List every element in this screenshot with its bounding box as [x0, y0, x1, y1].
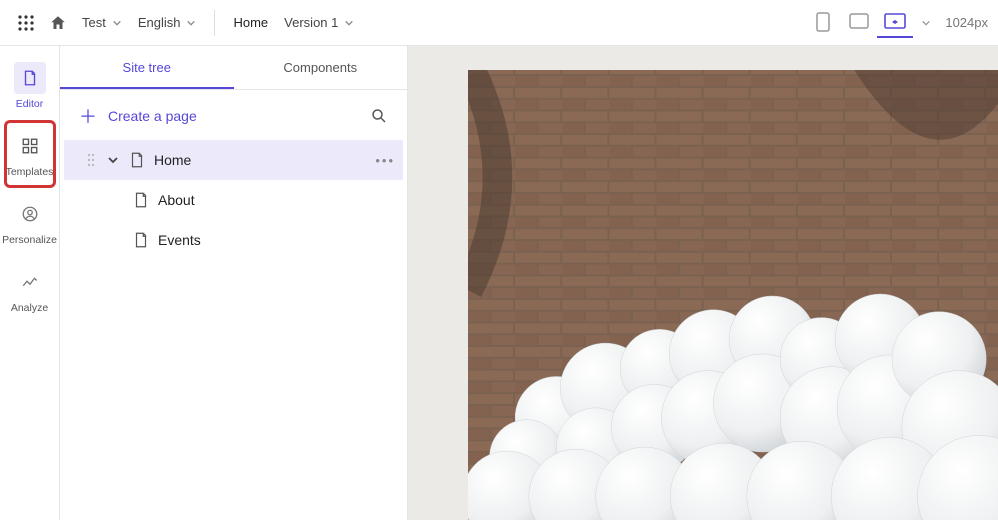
language-name: English [138, 15, 181, 30]
top-bar: Test English Home Version 1 1024px [0, 0, 998, 46]
rail-editor[interactable]: Editor [8, 56, 52, 116]
chevron-down-icon [344, 18, 354, 28]
plus-icon: ＋ [78, 106, 98, 126]
tree-row-events[interactable]: Events [64, 220, 403, 260]
editor-icon [14, 62, 46, 94]
device-tablet-icon[interactable] [841, 8, 877, 38]
device-desktop-icon[interactable] [877, 8, 913, 38]
personalize-icon [14, 198, 46, 230]
app-launcher-icon[interactable] [10, 7, 42, 39]
tree-row-label: About [158, 192, 195, 208]
left-rail: Editor Templates Personalize Analyze [0, 46, 60, 520]
tab-label: Site tree [123, 60, 171, 75]
device-phone-icon[interactable] [805, 8, 841, 38]
page-icon [132, 231, 150, 249]
more-icon[interactable]: ••• [375, 153, 395, 168]
tab-components[interactable]: Components [234, 46, 408, 89]
rail-personalize[interactable]: Personalize [8, 192, 52, 252]
tree-row-about[interactable]: About [64, 180, 403, 220]
preview-image [468, 70, 998, 520]
rail-templates[interactable]: Templates [8, 124, 52, 184]
chevron-down-icon [186, 18, 196, 28]
site-selector[interactable]: Test [82, 15, 122, 30]
current-page-label: Home [233, 15, 268, 30]
drag-handle-icon[interactable] [84, 153, 98, 167]
version-selector[interactable]: Version 1 [284, 15, 354, 30]
search-icon[interactable] [363, 100, 395, 132]
viewport-dropdown[interactable] [921, 18, 931, 28]
rail-label: Personalize [2, 234, 57, 246]
site-name: Test [82, 15, 106, 30]
language-selector[interactable]: English [138, 15, 197, 30]
page-icon [128, 151, 146, 169]
tree-row-label: Home [154, 152, 191, 168]
site-tree: Home ••• About Events [60, 138, 407, 266]
preview-canvas [408, 46, 998, 520]
side-panel: Site tree Components ＋ Create a page [60, 46, 408, 520]
tab-site-tree[interactable]: Site tree [60, 46, 234, 89]
tree-row-home[interactable]: Home ••• [64, 140, 403, 180]
rail-label: Templates [6, 166, 54, 178]
page-icon [132, 191, 150, 209]
separator [214, 10, 215, 36]
chevron-down-icon [921, 18, 931, 28]
tab-label: Components [283, 60, 357, 75]
create-page-label: Create a page [108, 108, 197, 124]
rail-label: Editor [16, 98, 43, 110]
create-page-button[interactable]: ＋ Create a page [78, 106, 197, 126]
rail-analyze[interactable]: Analyze [8, 260, 52, 320]
analyze-icon [14, 266, 46, 298]
home-icon[interactable] [42, 7, 74, 39]
templates-icon [14, 130, 46, 162]
chevron-down-icon [112, 18, 122, 28]
tree-row-label: Events [158, 232, 201, 248]
rail-label: Analyze [11, 302, 48, 314]
current-page-name: Home [233, 15, 268, 30]
panel-tabs: Site tree Components [60, 46, 407, 90]
version-name: Version 1 [284, 15, 338, 30]
page-preview[interactable] [468, 70, 998, 520]
collapse-icon[interactable] [106, 154, 120, 166]
viewport-width: 1024px [945, 15, 988, 30]
